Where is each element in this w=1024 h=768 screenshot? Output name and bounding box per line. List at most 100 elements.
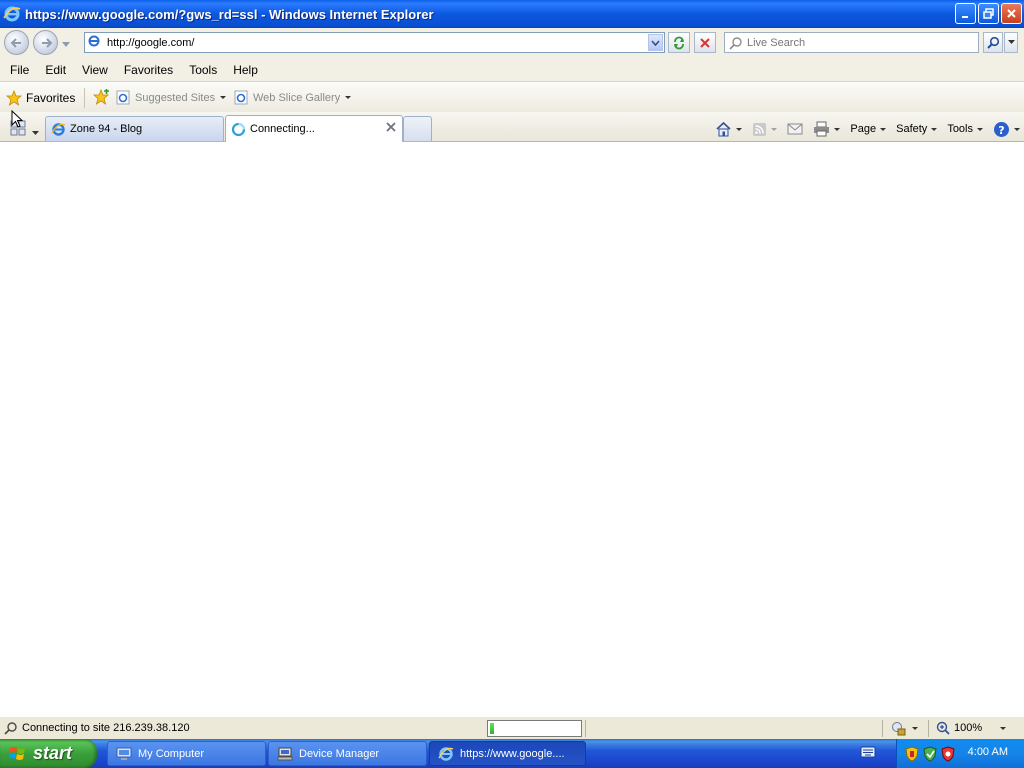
page-content[interactable] [0, 142, 1024, 716]
favorites-button[interactable]: Favorites [6, 90, 75, 106]
stop-icon [700, 37, 710, 48]
title-bar[interactable]: https://www.google.com/?gws_rd=ssl - Win… [0, 0, 1024, 28]
read-mail-button[interactable] [787, 123, 803, 136]
keyboard-icon[interactable] [860, 745, 876, 762]
antivirus-shield-icon[interactable] [941, 745, 955, 762]
address-url[interactable]: http://google.com/ [107, 37, 194, 49]
tab-zone94-blog[interactable]: Zone 94 - Blog [45, 116, 224, 141]
chevron-down-icon [651, 39, 660, 46]
safety-menu-label: Safety [896, 123, 928, 135]
taskbar-label: Device Manager [299, 747, 380, 760]
forward-arrow-icon [41, 37, 52, 48]
minimize-icon [962, 16, 968, 18]
home-button[interactable] [715, 121, 743, 137]
tab-connecting[interactable]: Connecting... [225, 115, 403, 142]
start-button[interactable]: start [0, 739, 97, 768]
back-button[interactable] [4, 30, 29, 55]
window-title: https://www.google.com/?gws_rd=ssl - Win… [25, 6, 434, 22]
feeds-button[interactable] [752, 122, 778, 137]
protected-mode-button[interactable] [890, 721, 918, 736]
search-icon [729, 36, 742, 50]
close-icon [386, 122, 396, 132]
close-icon [1007, 9, 1016, 18]
rss-feed-icon [753, 122, 767, 136]
tools-menu-label: Tools [947, 123, 973, 135]
chevron-down-icon [736, 127, 743, 131]
search-icon [986, 36, 999, 49]
page-load-progress [487, 720, 582, 737]
address-dropdown-button[interactable] [648, 34, 663, 51]
chevron-down-icon [834, 127, 841, 131]
page-menu-label: Page [850, 123, 877, 135]
svg-text:?: ? [998, 124, 1004, 137]
chevron-down-icon [1014, 127, 1020, 131]
search-button[interactable] [983, 32, 1003, 53]
menu-view[interactable]: View [76, 60, 114, 80]
tab-close-button[interactable] [386, 122, 396, 135]
new-tab-button[interactable] [403, 116, 432, 141]
web-slice-gallery-link[interactable]: Web Slice Gallery [234, 90, 352, 105]
stop-button[interactable] [694, 32, 716, 53]
mouse-pointer [11, 109, 24, 132]
tab-label: Zone 94 - Blog [70, 123, 143, 135]
suggested-sites-link[interactable]: Suggested Sites [116, 90, 227, 105]
suggested-sites-label: Suggested Sites [135, 91, 216, 104]
restore-button[interactable] [978, 3, 999, 24]
chevron-down-icon [220, 96, 227, 99]
taskbar-label: My Computer [138, 747, 205, 760]
safety-menu-button[interactable]: Safety [896, 123, 938, 135]
print-button[interactable] [813, 121, 841, 137]
zoom-button[interactable]: 100% [936, 721, 1007, 735]
ie-icon [51, 122, 66, 136]
refresh-button[interactable] [668, 32, 690, 53]
address-field[interactable]: http://google.com/ [84, 32, 665, 53]
menu-bar: File Edit View Favorites Tools Help [0, 58, 1024, 82]
search-box[interactable] [724, 32, 979, 53]
protected-mode-icon [892, 722, 906, 736]
chevron-down-icon [912, 727, 918, 730]
search-options-dropdown[interactable] [1004, 32, 1018, 53]
help-icon: ? [994, 121, 1009, 137]
add-to-favorites-bar-button[interactable] [92, 88, 110, 108]
taskbar: start My Computer Device Manager https:/… [0, 739, 1024, 768]
menu-file[interactable]: File [4, 60, 35, 80]
close-button[interactable] [1001, 3, 1022, 24]
menu-favorites[interactable]: Favorites [118, 60, 179, 80]
restore-icon [983, 8, 994, 19]
menu-help[interactable]: Help [227, 60, 264, 80]
recent-pages-dropdown[interactable] [62, 37, 70, 51]
favorites-separator [84, 88, 85, 108]
forward-button[interactable] [33, 30, 58, 55]
web-slice-gallery-label: Web Slice Gallery [253, 91, 341, 104]
mail-icon [787, 123, 803, 134]
back-arrow-icon [10, 37, 21, 48]
menu-edit[interactable]: Edit [39, 60, 72, 80]
clock: 4:00 AM [967, 746, 1008, 758]
home-icon [716, 121, 731, 137]
tab-list-dropdown[interactable] [32, 125, 39, 139]
connecting-icon [4, 721, 18, 738]
security-shield-icon[interactable] [905, 745, 919, 762]
tools-menu-button[interactable]: Tools [947, 123, 983, 135]
loading-spinner-icon [231, 122, 246, 136]
page-menu-button[interactable]: Page [850, 123, 887, 135]
status-separator [928, 720, 929, 737]
network-shield-icon[interactable] [922, 745, 938, 762]
menu-tools[interactable]: Tools [183, 60, 223, 80]
refresh-icon [674, 36, 684, 49]
taskbar-internet-explorer[interactable]: https://www.google.... [429, 741, 586, 766]
chevron-down-icon [1007, 40, 1015, 44]
ie-icon [3, 5, 21, 23]
taskbar-device-manager[interactable]: Device Manager [268, 741, 427, 766]
ie-page-icon [234, 90, 248, 105]
add-favorite-icon [92, 88, 110, 105]
taskbar-my-computer[interactable]: My Computer [107, 741, 266, 766]
printer-icon [814, 121, 830, 137]
minimize-button[interactable] [955, 3, 976, 24]
page-icon [87, 34, 101, 51]
status-separator [882, 720, 883, 737]
help-button[interactable]: ? [993, 121, 1020, 138]
device-manager-icon [277, 747, 293, 760]
ie-page-icon [116, 90, 130, 105]
search-input[interactable] [747, 36, 967, 49]
